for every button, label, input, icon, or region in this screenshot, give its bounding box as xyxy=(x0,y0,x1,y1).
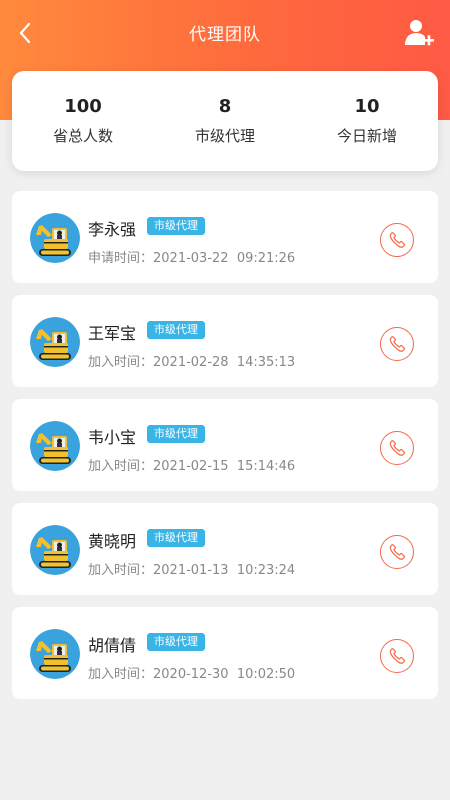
stat-label: 省总人数 xyxy=(52,127,113,145)
agent-row[interactable]: 胡倩倩 市级代理 加入时间：2020-12-30 10:02:50 xyxy=(12,607,438,699)
avatar xyxy=(30,421,80,471)
call-button[interactable] xyxy=(380,639,414,673)
excavator-avatar-icon xyxy=(30,525,80,575)
stat-province-total: 100 省总人数 xyxy=(12,96,154,146)
excavator-avatar-icon xyxy=(30,421,80,471)
phone-icon xyxy=(389,336,406,352)
agent-name: 韦小宝 xyxy=(88,428,137,447)
phone-icon xyxy=(389,648,406,664)
excavator-avatar-icon xyxy=(30,213,80,263)
avatar xyxy=(30,629,80,679)
stat-label: 今日新增 xyxy=(336,127,397,145)
excavator-avatar-icon xyxy=(30,317,80,367)
stat-label: 市级代理 xyxy=(194,127,255,145)
agent-time: 加入时间：2021-02-15 15:14:46 xyxy=(88,459,296,474)
phone-icon xyxy=(389,232,406,248)
excavator-avatar-icon xyxy=(30,629,80,679)
agent-row[interactable]: 王军宝 市级代理 加入时间：2021-02-28 14:35:13 xyxy=(12,295,438,387)
agent-name: 胡倩倩 xyxy=(88,636,137,655)
add-user-icon xyxy=(405,20,434,46)
agent-list: 李永强 市级代理 申请时间：2021-03-22 09:21:26 王军宝 市级… xyxy=(12,191,438,711)
agent-time: 加入时间：2020-12-30 10:02:50 xyxy=(88,667,296,682)
agent-level-badge: 市级代理 xyxy=(147,217,205,235)
agent-level-badge: 市级代理 xyxy=(147,425,205,443)
call-button[interactable] xyxy=(380,431,414,465)
agent-row[interactable]: 黄晓明 市级代理 加入时间：2021-01-13 10:23:24 xyxy=(12,503,438,595)
call-button[interactable] xyxy=(380,535,414,569)
agent-name: 李永强 xyxy=(88,220,137,239)
agent-row[interactable]: 韦小宝 市级代理 加入时间：2021-02-15 15:14:46 xyxy=(12,399,438,491)
avatar xyxy=(30,525,80,575)
agent-row[interactable]: 李永强 市级代理 申请时间：2021-03-22 09:21:26 xyxy=(12,191,438,283)
page-title: 代理团队 xyxy=(189,25,261,45)
stat-today-new: 10 今日新增 xyxy=(296,96,438,146)
agent-time: 加入时间：2021-01-13 10:23:24 xyxy=(88,563,296,578)
add-user-button[interactable] xyxy=(402,16,436,50)
agent-level-badge: 市级代理 xyxy=(147,321,205,339)
agent-level-badge: 市级代理 xyxy=(147,633,205,651)
phone-icon xyxy=(389,544,406,560)
stats-card: 100 省总人数 8 市级代理 10 今日新增 xyxy=(12,71,438,171)
stat-value: 100 xyxy=(64,96,102,117)
agent-level-badge: 市级代理 xyxy=(147,529,205,547)
stat-city-agents: 8 市级代理 xyxy=(154,96,296,146)
stat-value: 10 xyxy=(354,96,380,117)
avatar xyxy=(30,213,80,263)
agent-name: 王军宝 xyxy=(88,324,137,343)
nav-bar: 代理团队 xyxy=(0,0,450,66)
agent-time: 加入时间：2021-02-28 14:35:13 xyxy=(88,355,296,370)
call-button[interactable] xyxy=(380,223,414,257)
phone-icon xyxy=(389,440,406,456)
agent-time: 申请时间：2021-03-22 09:21:26 xyxy=(88,251,296,266)
agent-name: 黄晓明 xyxy=(88,532,137,551)
stat-value: 8 xyxy=(218,96,232,117)
call-button[interactable] xyxy=(380,327,414,361)
avatar xyxy=(30,317,80,367)
